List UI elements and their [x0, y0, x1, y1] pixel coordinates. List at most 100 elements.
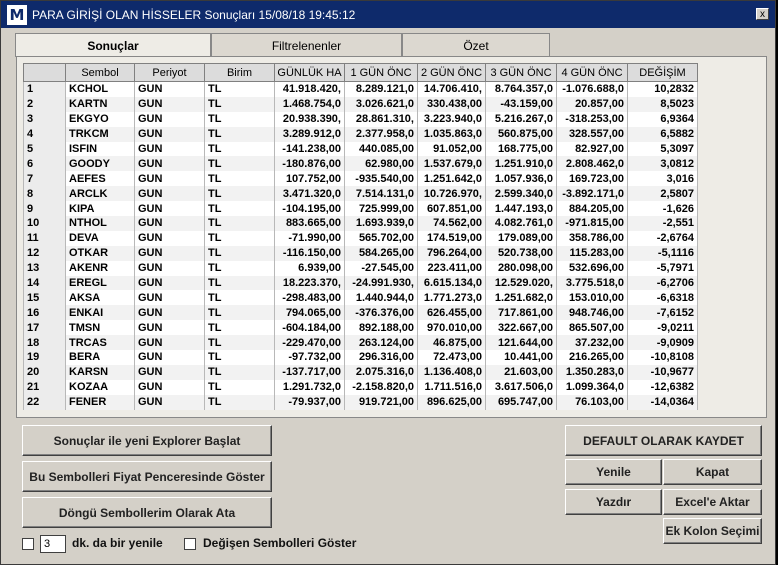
auto-refresh-label: dk. da bir yenile [72, 536, 163, 550]
show-in-price-window-button[interactable]: Bu Sembolleri Fiyat Penceresinde Göster [22, 461, 272, 492]
table-cell: 3.471.320,0 [274, 186, 345, 202]
table-cell: TL [204, 201, 275, 217]
table-cell: 2.599.340,0 [485, 186, 557, 202]
table-cell: -1,626 [627, 201, 698, 217]
table-row[interactable]: 1 KCHOL GUN TL 41.918.420, 8.289.121,0 14.706.… [23, 81, 698, 97]
table-row[interactable]: 13 AKENR GUN TL 6.939,00 -27.545,00 223.411,00… [23, 260, 698, 276]
table-row[interactable]: 3 EKGYO GUN TL 20.938.390, 28.861.310, 3.223.9… [23, 111, 698, 127]
table-row[interactable]: 20 KARSN GUN TL -137.717,00 2.075.316,0 1.136.… [23, 364, 698, 380]
table-row[interactable]: 22 FENER GUN TL -79.937,00 919.721,00 896.625,… [23, 394, 698, 410]
table-cell: TL [204, 111, 275, 127]
column-header[interactable]: GÜNLÜK HA [274, 63, 345, 82]
table-cell: 584.265,00 [344, 245, 418, 261]
table-cell: AEFES [65, 171, 135, 187]
column-header-index[interactable] [23, 63, 66, 82]
row-index-cell: 13 [23, 260, 66, 276]
table-cell: GUN [134, 379, 205, 395]
table-cell: GUN [134, 201, 205, 217]
row-index-cell: 9 [23, 201, 66, 217]
table-cell: ISFIN [65, 141, 135, 157]
table-row[interactable]: 19 BERA GUN TL -97.732,00 296.316,00 72.473,00… [23, 350, 698, 365]
tab-summary[interactable]: Özet [402, 33, 550, 57]
table-cell: 3,016 [627, 171, 698, 187]
table-cell: BERA [65, 350, 135, 365]
table-cell: ARCLK [65, 186, 135, 202]
table-row[interactable]: 2 KARTN GUN TL 1.468.754,0 3.026.621,0 330.438… [23, 96, 698, 112]
table-cell: GUN [134, 156, 205, 172]
table-cell: 296.316,00 [344, 350, 418, 365]
table-row[interactable]: 17 TMSN GUN TL -604.184,00 892.188,00 970.010,… [23, 320, 698, 336]
table-cell: 2.377.958,0 [344, 126, 418, 142]
column-header[interactable]: 4 GÜN ÖNC [556, 63, 628, 82]
table-cell: 91.052,00 [417, 141, 486, 157]
table-cell: 532.696,00 [556, 260, 628, 276]
column-header[interactable]: DEĞİŞİM [627, 63, 698, 82]
table-cell: 607.851,00 [417, 201, 486, 217]
row-index-cell: 3 [23, 111, 66, 127]
table-cell: TL [204, 81, 275, 97]
table-row[interactable]: 6 GOODY GUN TL -180.876,00 62.980,00 1.537.679… [23, 156, 698, 172]
table-cell: 1.291.732,0 [274, 379, 345, 395]
table-cell: -79.937,00 [274, 394, 345, 410]
start-explorer-button[interactable]: Sonuçlar ile yeni Explorer Başlat [22, 425, 272, 456]
save-default-button[interactable]: DEFAULT OLARAK KAYDET [565, 425, 762, 456]
table-row[interactable]: 15 AKSA GUN TL -298.483,00 1.440.944,0 1.771.2… [23, 290, 698, 306]
table-cell: 884.205,00 [556, 201, 628, 217]
column-header[interactable]: 3 GÜN ÖNC [485, 63, 557, 82]
refresh-button[interactable]: Yenile [565, 459, 662, 485]
table-row[interactable]: 18 TRCAS GUN TL -229.470,00 263.124,00 46.875,… [23, 335, 698, 351]
show-changed-checkbox[interactable] [184, 538, 196, 550]
table-cell: -229.470,00 [274, 335, 345, 351]
window-title: PARA GİRİŞİ OLAN HİSSELER Sonuçları 15/0… [32, 7, 356, 22]
table-cell: ENKAI [65, 305, 135, 321]
table-row[interactable]: 5 ISFIN GUN TL -141.238,00 440.085,00 91.052,0… [23, 141, 698, 157]
table-cell: 5,3097 [627, 141, 698, 157]
tab-filtered[interactable]: Filtrelenenler [211, 33, 402, 57]
table-cell: 7.514.131,0 [344, 186, 418, 202]
column-header[interactable]: 2 GÜN ÖNC [417, 63, 486, 82]
table-cell: GUN [134, 81, 205, 97]
table-cell: -10,9677 [627, 364, 698, 380]
auto-refresh-checkbox[interactable] [22, 538, 34, 550]
export-excel-button[interactable]: Excel'e Aktar [663, 489, 762, 515]
table-cell: -7,6152 [627, 305, 698, 321]
table-row[interactable]: 10 NTHOL GUN TL 883.665,00 1.693.939,0 74.562,… [23, 216, 698, 231]
tab-results[interactable]: Sonuçlar [15, 33, 211, 57]
table-cell: TRCAS [65, 335, 135, 351]
table-cell: 121.644,00 [485, 335, 557, 351]
column-header[interactable]: 1 GÜN ÖNC [344, 63, 418, 82]
close-window-button[interactable]: x [756, 8, 769, 20]
table-cell: 18.223.370, [274, 275, 345, 291]
table-cell: 74.562,00 [417, 216, 486, 231]
table-row[interactable]: 21 KOZAA GUN TL 1.291.732,0 -2.158.820,0 1.711… [23, 379, 698, 395]
column-header[interactable]: Sembol [65, 63, 135, 82]
assign-loop-symbols-button[interactable]: Döngü Sembollerim Olarak Ata [22, 497, 272, 528]
table-cell: 1.440.944,0 [344, 290, 418, 306]
print-button[interactable]: Yazdır [565, 489, 662, 515]
table-cell: KIPA [65, 201, 135, 217]
table-cell: 20.857,00 [556, 96, 628, 112]
extra-column-button[interactable]: Ek Kolon Seçimi [663, 518, 762, 544]
table-cell: 62.980,00 [344, 156, 418, 172]
table-row[interactable]: 11 DEVA GUN TL -71.990,00 565.702,00 174.519,0… [23, 230, 698, 246]
column-header[interactable]: Periyot [134, 63, 205, 82]
table-cell: 3,0812 [627, 156, 698, 172]
table-cell: GUN [134, 394, 205, 410]
table-row[interactable]: 14 EREGL GUN TL 18.223.370, -24.991.930, 6.615… [23, 275, 698, 291]
title-bar[interactable]: M PARA GİRİŞİ OLAN HİSSELER Sonuçları 15… [1, 1, 775, 28]
table-cell: -2.158.820,0 [344, 379, 418, 395]
refresh-minutes-input[interactable]: 3 [40, 535, 66, 553]
table-row[interactable]: 16 ENKAI GUN TL 794.065,00 -376.376,00 626.455… [23, 305, 698, 321]
row-index-cell: 19 [23, 350, 66, 365]
table-row[interactable]: 9 KIPA GUN TL -104.195,00 725.999,00 607.851,0… [23, 201, 698, 217]
table-cell: 1.468.754,0 [274, 96, 345, 112]
close-button[interactable]: Kapat [663, 459, 762, 485]
table-row[interactable]: 12 OTKAR GUN TL -116.150,00 584.265,00 796.264… [23, 245, 698, 261]
table-cell: GUN [134, 96, 205, 112]
table-cell: 1.771.273,0 [417, 290, 486, 306]
table-row[interactable]: 7 AEFES GUN TL 107.752,00 -935.540,00 1.251.64… [23, 171, 698, 187]
column-header[interactable]: Birim [204, 63, 275, 82]
table-row[interactable]: 8 ARCLK GUN TL 3.471.320,0 7.514.131,0 10.726.… [23, 186, 698, 202]
table-cell: -376.376,00 [344, 305, 418, 321]
table-row[interactable]: 4 TRKCM GUN TL 3.289.912,0 2.377.958,0 1.035.8… [23, 126, 698, 142]
